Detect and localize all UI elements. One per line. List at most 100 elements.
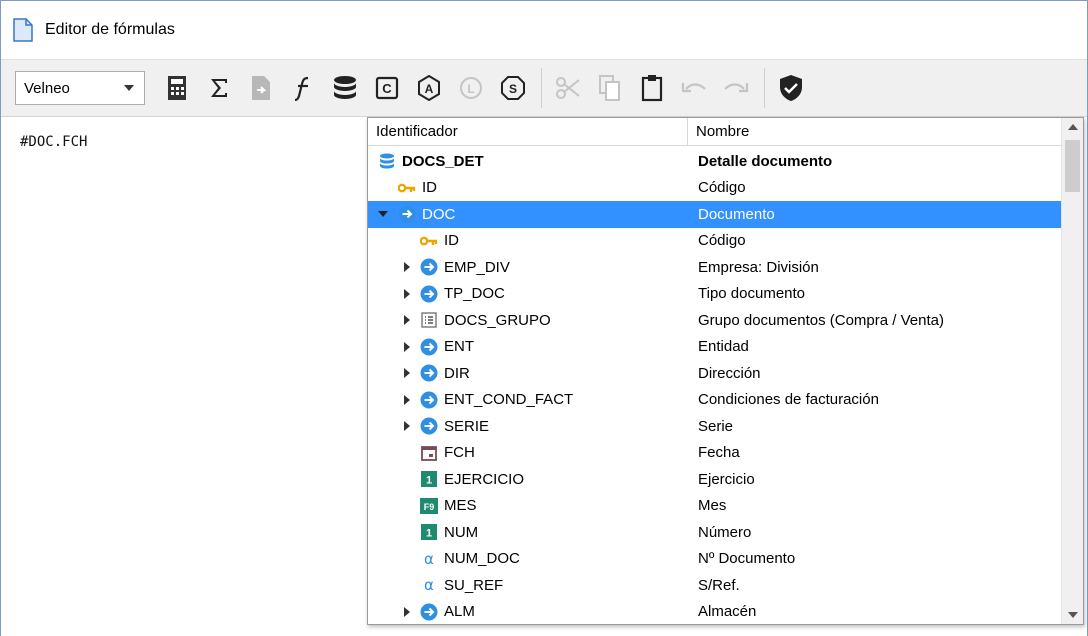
field-tree: DOCS_DET Detalle documento ID Código DOC Docu… bbox=[368, 148, 1062, 625]
l-badge-icon[interactable]: L bbox=[453, 68, 489, 108]
calendar-icon bbox=[420, 444, 438, 462]
field-identifier: DOCS_DET bbox=[402, 152, 484, 170]
redo-icon[interactable] bbox=[718, 68, 754, 108]
toolbar-separator bbox=[764, 68, 765, 108]
scroll-thumb[interactable] bbox=[1065, 140, 1080, 192]
column-header-nombre[interactable]: Nombre bbox=[688, 118, 1062, 146]
field-name: Grupo documentos (Compra / Venta) bbox=[698, 311, 944, 329]
field-identifier: NUM_DOC bbox=[444, 550, 520, 568]
list-icon bbox=[420, 311, 438, 329]
tree-row[interactable]: ENT Entidad bbox=[368, 334, 1062, 361]
paste-icon[interactable] bbox=[634, 68, 670, 108]
link-arrow-icon bbox=[420, 391, 438, 409]
tree-row[interactable]: EMP_DIV Empresa: División bbox=[368, 254, 1062, 281]
tree-row[interactable]: ID Código bbox=[368, 228, 1062, 255]
field-name: Condiciones de facturación bbox=[698, 391, 879, 409]
field-name: Detalle documento bbox=[698, 152, 833, 170]
key-icon bbox=[398, 179, 416, 197]
field-name: Documento bbox=[698, 205, 775, 223]
tree-row[interactable]: ALM Almacén bbox=[368, 599, 1062, 625]
field-name: Tipo documento bbox=[698, 285, 806, 303]
toolbar: Velneo C A L S bbox=[1, 59, 1087, 117]
popup-scrollbar[interactable] bbox=[1061, 118, 1083, 624]
tree-row[interactable]: SERIE Serie bbox=[368, 413, 1062, 440]
field-name: Ejercicio bbox=[698, 470, 755, 488]
cut-icon[interactable] bbox=[550, 68, 586, 108]
column-header-identificador[interactable]: Identificador bbox=[368, 118, 688, 146]
field-name: Dirección bbox=[698, 364, 761, 382]
language-combo[interactable]: Velneo bbox=[15, 71, 145, 105]
tree-row[interactable]: DOCS_GRUPO Grupo documentos (Compra / Ven… bbox=[368, 307, 1062, 334]
tree-row[interactable]: TP_DOC Tipo documento bbox=[368, 281, 1062, 308]
field-identifier: SU_REF bbox=[444, 576, 504, 594]
svg-text:α: α bbox=[424, 577, 434, 593]
a-badge-icon[interactable]: A bbox=[411, 68, 447, 108]
field-identifier: EMP_DIV bbox=[444, 258, 510, 276]
sigma-icon[interactable] bbox=[201, 68, 237, 108]
language-combo-value: Velneo bbox=[24, 79, 70, 97]
svg-text:F9: F9 bbox=[424, 502, 435, 512]
field-identifier: ID bbox=[422, 179, 437, 197]
tree-row[interactable]: ENT_COND_FACT Condiciones de facturación bbox=[368, 387, 1062, 414]
chevron-right-icon[interactable] bbox=[404, 421, 410, 432]
formula-editor-window: Editor de fórmulas Velneo C A L S #DOC.F… bbox=[0, 0, 1088, 636]
tree-row[interactable]: DOCS_DET Detalle documento bbox=[368, 148, 1062, 175]
alpha-icon: α bbox=[420, 550, 438, 568]
field-identifier: ENT bbox=[444, 338, 474, 356]
shield-check-icon[interactable] bbox=[773, 68, 809, 108]
document-arrow-icon[interactable] bbox=[243, 68, 279, 108]
chevron-right-icon[interactable] bbox=[404, 606, 410, 617]
link-arrow-icon bbox=[420, 417, 438, 435]
calculator-icon[interactable] bbox=[159, 68, 195, 108]
field-name: Código bbox=[698, 179, 746, 197]
tree-row[interactable]: 1 EJERCICIO Ejercicio bbox=[368, 466, 1062, 493]
field-completion-popup: Identificador Nombre DOCS_DET Detalle doc… bbox=[367, 117, 1084, 625]
link-arrow-icon bbox=[420, 258, 438, 276]
tree-row[interactable]: DOC Documento bbox=[368, 201, 1062, 228]
field-identifier: DOC bbox=[422, 205, 456, 223]
s-badge-icon[interactable]: S bbox=[495, 68, 531, 108]
tree-row[interactable]: F9 MES Mes bbox=[368, 493, 1062, 520]
document-icon bbox=[13, 18, 33, 42]
field-identifier: SERIE bbox=[444, 417, 490, 435]
field-name: S/Ref. bbox=[698, 576, 740, 594]
field-identifier: DIR bbox=[444, 364, 470, 382]
field-name: Número bbox=[698, 523, 752, 541]
field-identifier: NUM bbox=[444, 523, 479, 541]
chevron-right-icon[interactable] bbox=[404, 341, 410, 352]
tree-row[interactable]: FCH Fecha bbox=[368, 440, 1062, 467]
function-icon[interactable] bbox=[285, 68, 321, 108]
popup-header: Identificador Nombre bbox=[368, 118, 1062, 146]
database-icon[interactable] bbox=[327, 68, 363, 108]
tree-row[interactable]: 1 NUM Número bbox=[368, 519, 1062, 546]
field-identifier: TP_DOC bbox=[444, 285, 505, 303]
undo-icon[interactable] bbox=[676, 68, 712, 108]
field-identifier: ID bbox=[444, 232, 459, 250]
scroll-up-icon[interactable] bbox=[1068, 124, 1078, 130]
chevron-right-icon[interactable] bbox=[404, 288, 410, 299]
chevron-right-icon[interactable] bbox=[404, 368, 410, 379]
c-badge-icon[interactable]: C bbox=[369, 68, 405, 108]
number-icon: 1 bbox=[420, 470, 438, 488]
link-arrow-icon bbox=[420, 338, 438, 356]
tree-row[interactable]: DIR Dirección bbox=[368, 360, 1062, 387]
database-icon bbox=[378, 152, 396, 170]
tree-row[interactable]: ID Código bbox=[368, 175, 1062, 202]
chevron-right-icon[interactable] bbox=[404, 315, 410, 326]
tree-row[interactable]: α SU_REF S/Ref. bbox=[368, 572, 1062, 599]
link-arrow-icon bbox=[398, 205, 416, 223]
f9-icon: F9 bbox=[420, 497, 438, 515]
field-name: Entidad bbox=[698, 338, 749, 356]
chevron-right-icon[interactable] bbox=[404, 394, 410, 405]
chevron-down-icon[interactable] bbox=[378, 211, 388, 218]
key-icon bbox=[420, 232, 438, 250]
scroll-down-icon[interactable] bbox=[1068, 612, 1078, 618]
svg-text:1: 1 bbox=[426, 475, 432, 487]
link-arrow-icon bbox=[420, 364, 438, 382]
copy-icon[interactable] bbox=[592, 68, 628, 108]
chevron-right-icon[interactable] bbox=[404, 262, 410, 273]
field-name: Empresa: División bbox=[698, 258, 819, 276]
title-bar: Editor de fórmulas bbox=[1, 1, 1087, 59]
field-name: Almacén bbox=[698, 603, 757, 621]
tree-row[interactable]: α NUM_DOC Nº Documento bbox=[368, 546, 1062, 573]
